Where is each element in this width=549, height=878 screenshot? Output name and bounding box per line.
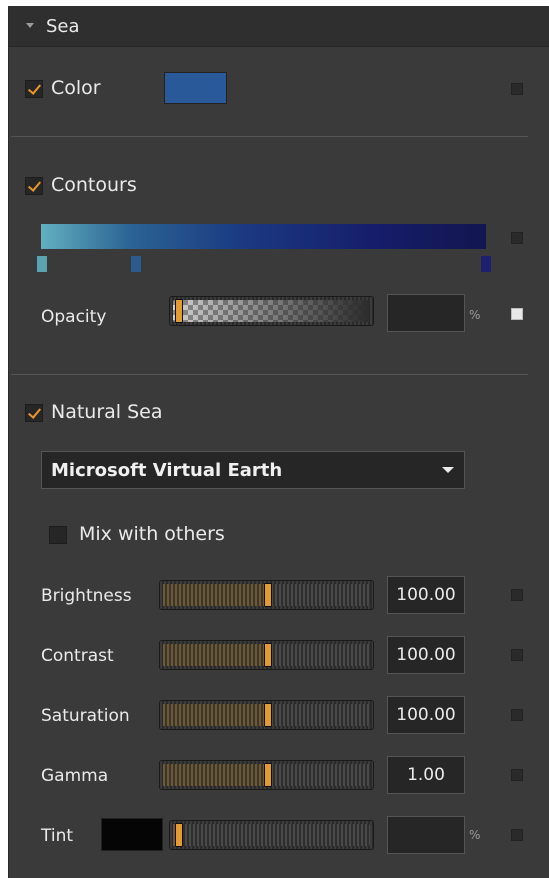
source-dropdown-value: Microsoft Virtual Earth: [51, 460, 283, 481]
source-dropdown[interactable]: Microsoft Virtual Earth: [41, 451, 465, 489]
gamma-value-field[interactable]: 1.00: [387, 756, 465, 794]
contour-gradient-bar[interactable]: [41, 224, 486, 249]
collapse-triangle-icon[interactable]: [26, 23, 34, 28]
saturation-reset-box[interactable]: [511, 709, 523, 721]
contrast-label: Contrast: [41, 646, 114, 666]
mix-with-others-label: Mix with others: [79, 523, 225, 545]
tint-slider[interactable]: [169, 820, 374, 850]
tint-reset-box[interactable]: [511, 829, 523, 841]
chevron-down-icon[interactable]: [442, 467, 454, 473]
section-title: Sea: [46, 16, 80, 37]
contours-checkbox[interactable]: [25, 177, 43, 195]
opacity-unit: %: [469, 308, 481, 322]
tint-color-swatch[interactable]: [101, 818, 163, 851]
contrast-reset-box[interactable]: [511, 649, 523, 661]
color-reset-box[interactable]: [511, 83, 523, 95]
opacity-reset-box[interactable]: [511, 308, 523, 320]
gamma-slider-fill: [163, 764, 267, 786]
gradient-stop-handle[interactable]: [481, 256, 491, 272]
tint-value-field[interactable]: [387, 816, 465, 854]
brightness-slider-thumb[interactable]: [264, 583, 272, 607]
tint-unit: %: [469, 828, 481, 842]
brightness-label: Brightness: [41, 586, 132, 606]
opacity-value-field[interactable]: [387, 294, 465, 332]
saturation-value-field[interactable]: 100.00: [387, 696, 465, 734]
tint-slider-thumb[interactable]: [175, 823, 183, 847]
opacity-slider-thumb[interactable]: [175, 299, 183, 323]
section-header[interactable]: Sea: [9, 6, 549, 47]
brightness-reset-box[interactable]: [511, 589, 523, 601]
contours-label: Contours: [51, 174, 137, 196]
gamma-slider-thumb[interactable]: [264, 763, 272, 787]
gamma-reset-box[interactable]: [511, 769, 523, 781]
contours-reset-box[interactable]: [511, 232, 523, 244]
opacity-slider[interactable]: [169, 296, 374, 326]
gradient-stop-handle[interactable]: [131, 256, 141, 272]
contrast-slider[interactable]: [159, 640, 374, 670]
contrast-slider-fill: [163, 644, 267, 666]
color-checkbox[interactable]: [25, 80, 43, 98]
mix-with-others-checkbox[interactable]: [49, 526, 67, 544]
saturation-slider[interactable]: [159, 700, 374, 730]
opacity-label: Opacity: [41, 307, 107, 327]
divider: [11, 374, 528, 375]
saturation-slider-thumb[interactable]: [264, 703, 272, 727]
color-swatch[interactable]: [164, 72, 227, 104]
natural-sea-label: Natural Sea: [51, 401, 163, 423]
tint-slider-track: [173, 824, 370, 846]
saturation-label: Saturation: [41, 706, 130, 726]
contrast-slider-thumb[interactable]: [264, 643, 272, 667]
gamma-slider[interactable]: [159, 760, 374, 790]
tint-label: Tint: [41, 826, 74, 846]
gradient-stop-handle[interactable]: [37, 256, 47, 272]
gamma-label: Gamma: [41, 766, 109, 786]
color-label: Color: [51, 77, 101, 99]
natural-sea-checkbox[interactable]: [25, 404, 43, 422]
brightness-slider[interactable]: [159, 580, 374, 610]
contrast-value-field[interactable]: 100.00: [387, 636, 465, 674]
brightness-slider-fill: [163, 584, 267, 606]
saturation-slider-fill: [163, 704, 267, 726]
divider: [11, 136, 528, 137]
sea-panel: Sea Color Contours Opacity % Natural Sea…: [8, 6, 549, 878]
opacity-slider-track: [173, 300, 370, 322]
brightness-value-field[interactable]: 100.00: [387, 576, 465, 614]
